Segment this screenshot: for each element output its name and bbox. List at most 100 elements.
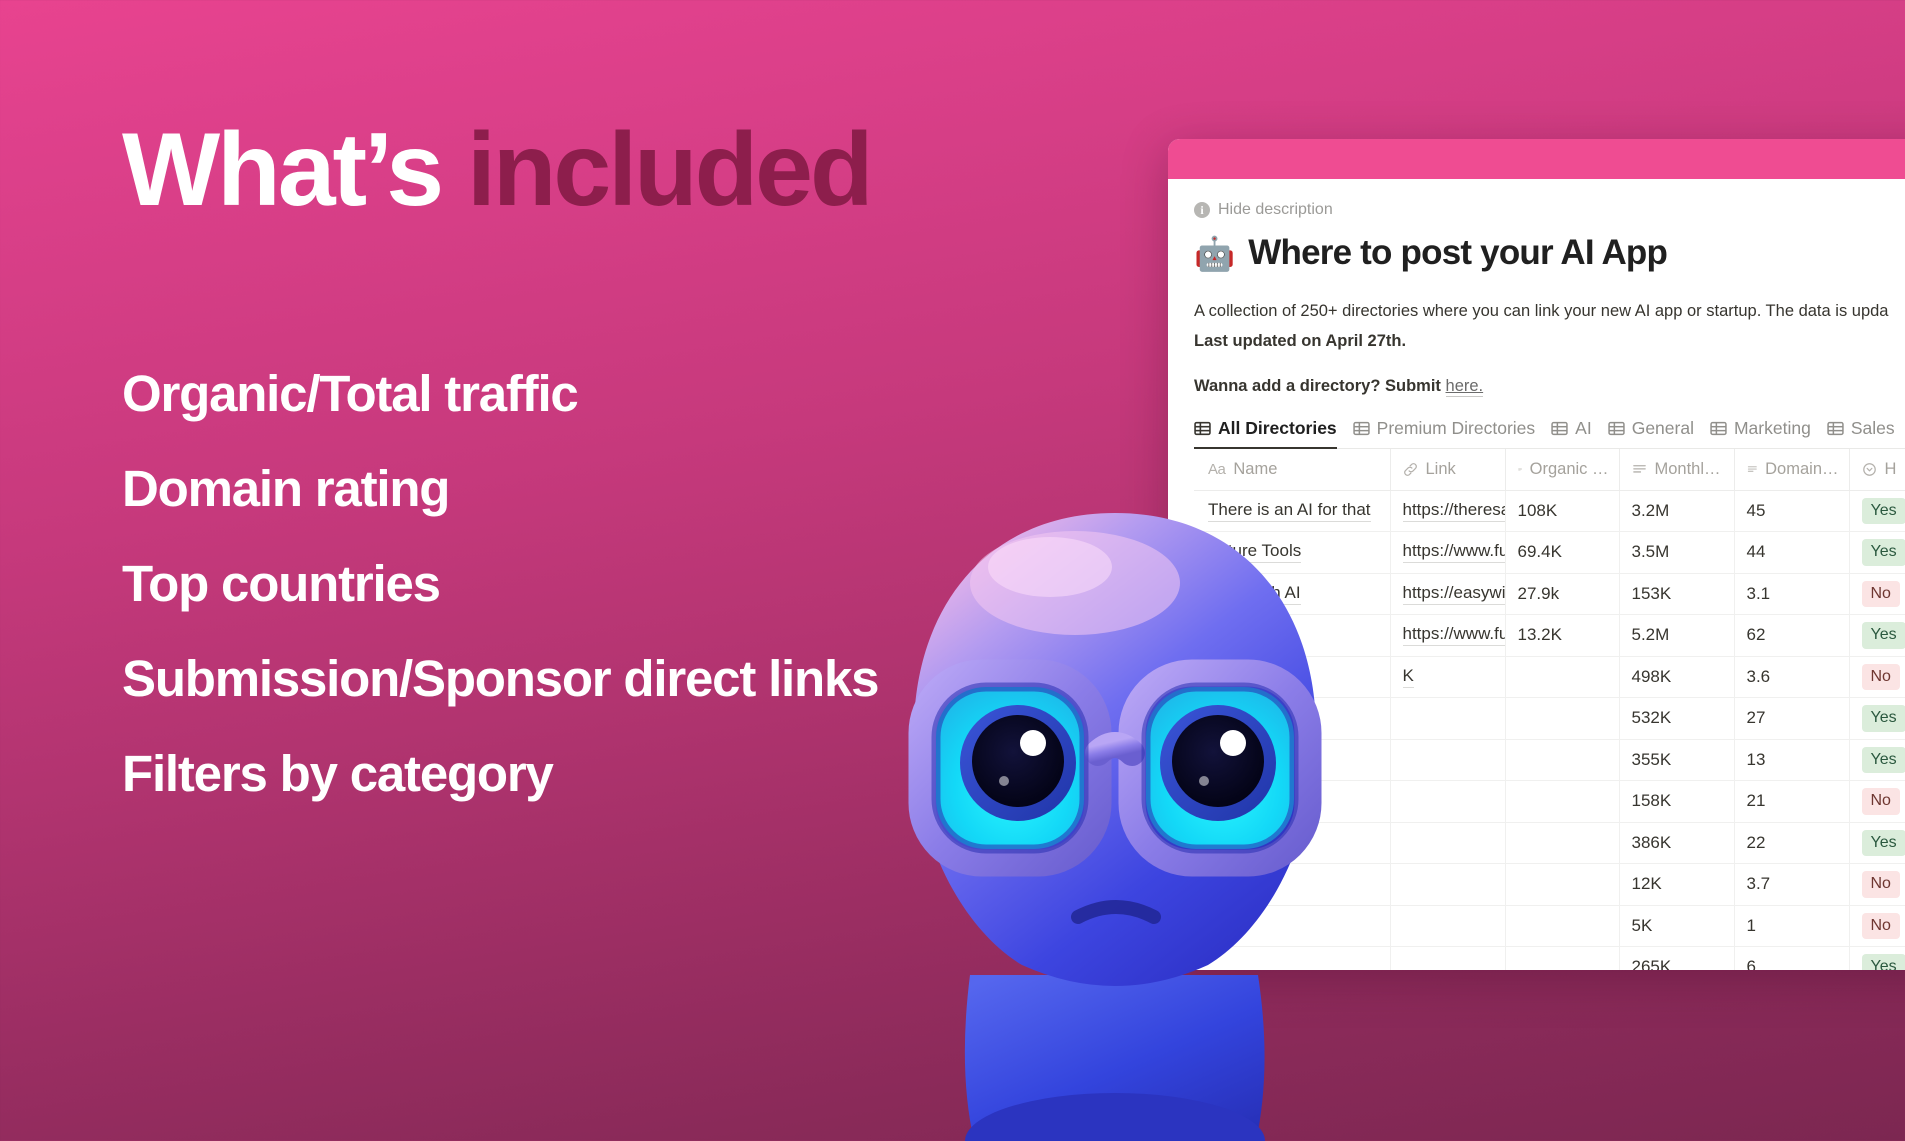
tab-marketing[interactable]: Marketing	[1708, 418, 1825, 448]
cell-organic[interactable]	[1505, 863, 1620, 906]
table-row[interactable]: 12K 3.7 No	[1194, 863, 1905, 906]
cell-has[interactable]: No	[1849, 573, 1905, 616]
cell-has[interactable]: No	[1849, 905, 1905, 948]
cell-monthly[interactable]: 158K	[1619, 780, 1735, 823]
cell-name[interactable]	[1194, 656, 1391, 699]
cell-has[interactable]: No	[1849, 656, 1905, 699]
cell-domain[interactable]: 3.7	[1734, 863, 1850, 906]
table-row[interactable]: There is an AI for that https://theresa 10…	[1194, 490, 1905, 533]
cell-monthly[interactable]: 265K	[1619, 946, 1735, 970]
cell-name[interactable]	[1194, 780, 1391, 823]
cell-organic[interactable]: 13.2K	[1505, 614, 1620, 657]
cell-link[interactable]: https://www.fu	[1390, 614, 1506, 657]
cell-name[interactable]: Future Tools	[1194, 531, 1391, 574]
cell-link[interactable]	[1390, 905, 1506, 948]
cell-domain[interactable]: 21	[1734, 780, 1850, 823]
cell-link[interactable]	[1390, 739, 1506, 782]
submit-here-link[interactable]: here.	[1445, 377, 1484, 398]
cell-link[interactable]: https://easywi	[1390, 573, 1506, 616]
hide-description-toggle[interactable]: i Hide description	[1194, 201, 1905, 219]
cell-has[interactable]: Yes	[1849, 697, 1905, 740]
tab-ai[interactable]: AI	[1549, 418, 1606, 448]
cell-link[interactable]	[1390, 863, 1506, 906]
table-grid-icon	[1608, 422, 1625, 436]
cell-has[interactable]: Yes	[1849, 531, 1905, 574]
cell-domain[interactable]: 45	[1734, 490, 1850, 533]
cell-domain[interactable]: 62	[1734, 614, 1850, 657]
table-row[interactable]: Fut https://www.fu 13.2K 5.2M 62 Yes	[1194, 614, 1905, 657]
cell-monthly[interactable]: 355K	[1619, 739, 1735, 782]
cell-link[interactable]	[1390, 780, 1506, 823]
cell-organic[interactable]	[1505, 739, 1620, 782]
cell-domain[interactable]: 1	[1734, 905, 1850, 948]
cell-link[interactable]	[1390, 822, 1506, 865]
cell-monthly[interactable]: 5K	[1619, 905, 1735, 948]
cell-organic[interactable]	[1505, 780, 1620, 823]
column-header-link[interactable]: Link	[1390, 449, 1506, 491]
table-row[interactable]: K 498K 3.6 No	[1194, 656, 1905, 699]
tab-premium-directories[interactable]: Premium Directories	[1351, 418, 1550, 448]
cell-domain[interactable]: 22	[1734, 822, 1850, 865]
cell-name[interactable]: Easy with AI	[1194, 573, 1391, 616]
cell-monthly[interactable]: 3.2M	[1619, 490, 1735, 533]
cell-link[interactable]: https://theresa	[1390, 490, 1506, 533]
cell-name[interactable]	[1194, 822, 1391, 865]
cell-has[interactable]: No	[1849, 780, 1905, 823]
table-grid-icon	[1194, 421, 1211, 436]
table-row[interactable]: 386K 22 Yes	[1194, 822, 1905, 865]
tab-all-directories[interactable]: All Directories	[1194, 418, 1351, 450]
table-row[interactable]: 355K 13 Yes	[1194, 739, 1905, 782]
column-header-organic[interactable]: Organic …	[1505, 449, 1620, 491]
cell-link[interactable]	[1390, 946, 1506, 970]
table-row[interactable]: 5K 1 No	[1194, 905, 1905, 948]
cell-has[interactable]: Yes	[1849, 490, 1905, 533]
column-header-domain[interactable]: Domain…	[1734, 449, 1850, 491]
cell-domain[interactable]: 13	[1734, 739, 1850, 782]
tab-general[interactable]: General	[1606, 418, 1708, 448]
cell-domain[interactable]: 44	[1734, 531, 1850, 574]
column-header-has[interactable]: H	[1849, 449, 1905, 491]
cell-name[interactable]	[1194, 946, 1391, 970]
cell-organic[interactable]	[1505, 822, 1620, 865]
cell-monthly[interactable]: 153K	[1619, 573, 1735, 616]
cell-link[interactable]: K	[1390, 656, 1506, 699]
cell-name[interactable]	[1194, 863, 1391, 906]
cell-domain[interactable]: 6	[1734, 946, 1850, 970]
table-row[interactable]: Future Tools https://www.fu 69.4K 3.5M 44 Yes	[1194, 531, 1905, 574]
cell-has[interactable]: Yes	[1849, 946, 1905, 970]
cell-domain[interactable]: 3.6	[1734, 656, 1850, 699]
cell-monthly[interactable]: 498K	[1619, 656, 1735, 699]
cell-monthly[interactable]: 3.5M	[1619, 531, 1735, 574]
table-row[interactable]: 532K 27 Yes	[1194, 697, 1905, 740]
cell-organic[interactable]: 108K	[1505, 490, 1620, 533]
cell-has[interactable]: Yes	[1849, 739, 1905, 782]
cell-link[interactable]: https://www.fu	[1390, 531, 1506, 574]
cell-monthly[interactable]: 532K	[1619, 697, 1735, 740]
cell-organic[interactable]	[1505, 656, 1620, 699]
cell-organic[interactable]: 69.4K	[1505, 531, 1620, 574]
cell-name[interactable]	[1194, 739, 1391, 782]
cell-organic[interactable]	[1505, 697, 1620, 740]
cell-organic[interactable]	[1505, 905, 1620, 948]
cell-name[interactable]	[1194, 697, 1391, 740]
cell-organic[interactable]	[1505, 946, 1620, 970]
table-row[interactable]: 158K 21 No	[1194, 780, 1905, 823]
cell-name[interactable]: There is an AI for that	[1194, 490, 1391, 533]
tab-sales[interactable]: Sales	[1825, 418, 1905, 448]
cell-organic[interactable]: 27.9k	[1505, 573, 1620, 616]
cell-monthly[interactable]: 5.2M	[1619, 614, 1735, 657]
cell-link[interactable]	[1390, 697, 1506, 740]
table-row[interactable]: 265K 6 Yes	[1194, 946, 1905, 970]
cell-name[interactable]: Fut	[1194, 614, 1391, 657]
table-row[interactable]: Easy with AI https://easywi 27.9k 153K 3.1 No	[1194, 573, 1905, 616]
cell-monthly[interactable]: 12K	[1619, 863, 1735, 906]
cell-domain[interactable]: 3.1	[1734, 573, 1850, 616]
cell-monthly[interactable]: 386K	[1619, 822, 1735, 865]
column-header-name[interactable]: Aa Name	[1194, 449, 1391, 491]
column-header-monthly[interactable]: Monthl…	[1619, 449, 1735, 491]
cell-has[interactable]: Yes	[1849, 614, 1905, 657]
cell-name[interactable]	[1194, 905, 1391, 948]
cell-has[interactable]: Yes	[1849, 822, 1905, 865]
cell-has[interactable]: No	[1849, 863, 1905, 906]
cell-domain[interactable]: 27	[1734, 697, 1850, 740]
